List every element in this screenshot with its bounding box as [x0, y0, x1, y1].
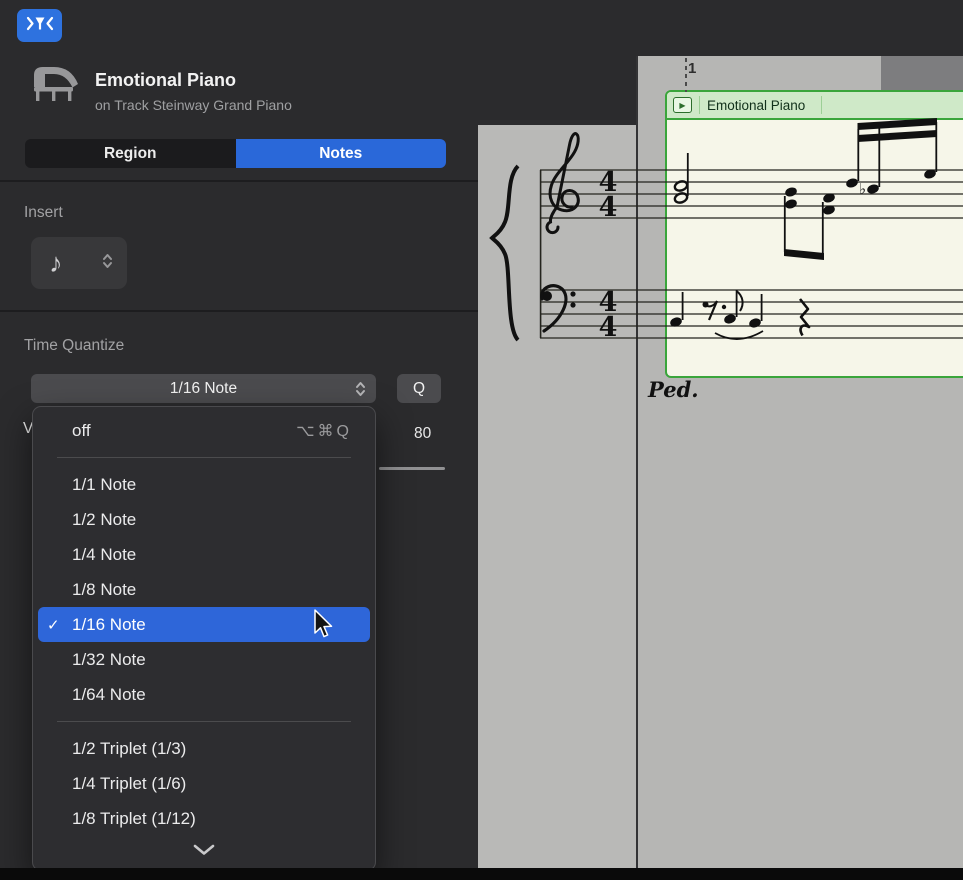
velocity-value: 80: [414, 425, 431, 443]
garageband-window: Emotional Piano on Track Steinway Grand …: [0, 0, 963, 880]
region-play-button[interactable]: ▶: [673, 97, 692, 113]
menu-item-label: 1/1 Note: [72, 475, 136, 495]
insert-section-label: Insert: [24, 204, 63, 222]
section-divider: [0, 180, 478, 182]
menu-item-label: 1/32 Note: [72, 650, 146, 670]
q-button-label: Q: [413, 380, 425, 398]
region-header-divider: [821, 96, 822, 114]
time-quantize-label: Time Quantize: [24, 337, 124, 355]
playhead-dashed-line: [685, 58, 687, 92]
menu-separator: [57, 721, 351, 722]
track-title: Emotional Piano: [95, 70, 236, 91]
menu-item-label: 1/2 Triplet (1/3): [72, 739, 186, 759]
menu-item[interactable]: 1/8 Note: [38, 572, 370, 607]
ruler-dark-block: [881, 56, 963, 90]
menu-item-shortcut: ⌥⌘Q: [296, 421, 352, 441]
menu-item-off[interactable]: off ⌥⌘Q: [38, 413, 370, 448]
menu-item-label: 1/64 Note: [72, 685, 146, 705]
menu-item[interactable]: 1/32 Note: [38, 642, 370, 677]
chevron-updown-icon: [102, 252, 113, 275]
measure-start-line: [636, 56, 638, 868]
eighth-note-icon: ♪: [49, 250, 63, 277]
grand-piano-icon: [27, 60, 81, 106]
region-header: ▶ Emotional Piano: [667, 92, 963, 120]
midi-region-emotional-piano[interactable]: ▶ Emotional Piano: [665, 90, 963, 378]
menu-item[interactable]: 1/1 Note: [38, 467, 370, 502]
tab-notes[interactable]: Notes: [236, 139, 447, 168]
menu-item[interactable]: 1/4 Note: [38, 537, 370, 572]
tab-region[interactable]: Region: [25, 139, 236, 168]
menu-item-label: 1/4 Triplet (1/6): [72, 774, 186, 794]
menu-item[interactable]: 1/8 Triplet (1/12): [38, 801, 370, 836]
menu-item-label: 1/8 Triplet (1/12): [72, 809, 196, 829]
time-quantize-value: 1/16 Note: [170, 380, 237, 398]
menu-item[interactable]: 1/4 Triplet (1/6): [38, 766, 370, 801]
menu-scroll-more[interactable]: [33, 838, 375, 866]
score-background-left: [478, 125, 637, 868]
chevron-updown-icon: [355, 380, 366, 403]
section-divider: [0, 310, 478, 312]
velocity-label-clipped: Velocity: [23, 420, 32, 440]
menu-separator: [57, 457, 351, 458]
midi-filter-icon: [26, 15, 54, 37]
ruler-bar-number[interactable]: 1: [688, 60, 696, 77]
region-notes-segmented-control: Region Notes: [25, 139, 446, 168]
menu-item[interactable]: 1/2 Triplet (1/3): [38, 731, 370, 766]
menu-item-label: off: [72, 421, 91, 441]
chevron-down-icon: [192, 843, 216, 861]
velocity-slider[interactable]: [379, 467, 445, 470]
menu-item-label: 1/4 Note: [72, 545, 136, 565]
menu-item-label: 1/16 Note: [72, 615, 146, 635]
menu-item-label: 1/8 Note: [72, 580, 136, 600]
menu-item[interactable]: 1/2 Note: [38, 502, 370, 537]
region-title: Emotional Piano: [707, 98, 805, 113]
checkmark-icon: ✓: [47, 616, 69, 634]
menu-item-label: 1/2 Note: [72, 510, 136, 530]
mouse-cursor: [310, 608, 334, 645]
region-header-divider: [699, 96, 700, 114]
time-quantize-select[interactable]: 1/16 Note: [31, 374, 376, 403]
window-bottom-edge: [0, 868, 963, 880]
insert-note-value-dropdown[interactable]: ♪: [31, 237, 127, 289]
menu-item[interactable]: 1/64 Note: [38, 677, 370, 712]
quantize-strength-q-button[interactable]: Q: [397, 374, 441, 403]
track-subtitle: on Track Steinway Grand Piano: [95, 97, 292, 113]
midi-in-filter-button[interactable]: [17, 9, 62, 42]
